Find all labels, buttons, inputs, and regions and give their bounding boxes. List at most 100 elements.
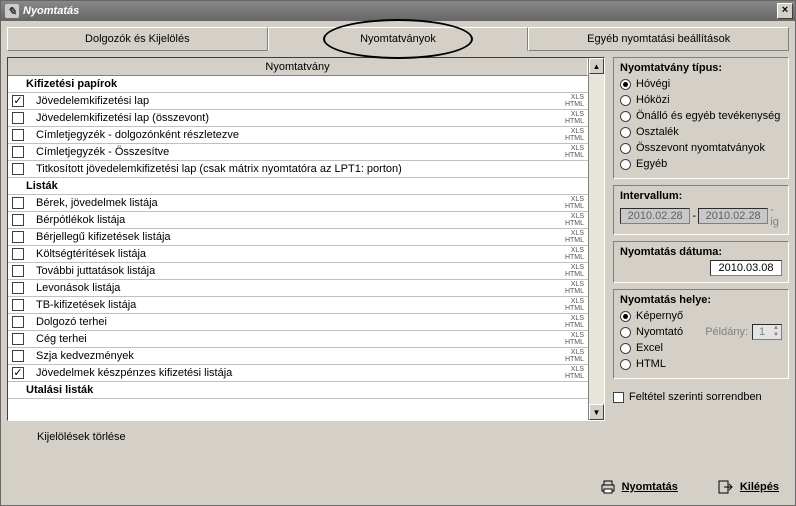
item-label: Cég terhei bbox=[34, 333, 558, 345]
item-checkbox[interactable] bbox=[12, 367, 24, 379]
grid-header[interactable]: Nyomtatvány bbox=[8, 58, 588, 76]
list-item[interactable]: További juttatások listájaXLSHTML bbox=[8, 263, 588, 280]
clear-selection-label: Kijelölések törlése bbox=[37, 431, 126, 443]
printer-icon bbox=[600, 479, 616, 495]
item-checkbox[interactable] bbox=[12, 265, 24, 277]
radio-icon[interactable] bbox=[620, 311, 631, 322]
list-item[interactable]: Dolgozó terheiXLSHTML bbox=[8, 314, 588, 331]
item-checkbox[interactable] bbox=[12, 299, 24, 311]
item-checkbox[interactable] bbox=[12, 231, 24, 243]
form-type-option[interactable]: Osztalék bbox=[620, 124, 782, 140]
print-place-option[interactable]: Excel bbox=[620, 340, 782, 356]
radio-icon[interactable] bbox=[620, 111, 631, 122]
print-place-option[interactable]: HTML bbox=[620, 356, 782, 372]
radio-icon[interactable] bbox=[620, 79, 631, 90]
list-item[interactable]: Jövedelemkifizetési lapXLSHTML bbox=[8, 93, 588, 110]
copies-spinner[interactable]: 1▲▼ bbox=[752, 324, 782, 340]
close-button[interactable]: × bbox=[777, 3, 793, 19]
item-checkbox[interactable] bbox=[12, 350, 24, 362]
radio-icon[interactable] bbox=[620, 127, 631, 138]
item-label: Bérek, jövedelmek listája bbox=[34, 197, 558, 209]
item-formats: XLSHTML bbox=[558, 315, 588, 329]
tab-other-settings[interactable]: Egyéb nyomtatási beállítások bbox=[528, 27, 789, 51]
list-item[interactable]: Bérjellegű kifizetések listájaXLSHTML bbox=[8, 229, 588, 246]
radio-label: Nyomtató bbox=[636, 326, 683, 338]
scroll-down-button[interactable]: ▼ bbox=[589, 404, 604, 420]
list-item[interactable]: Szja kedvezményekXLSHTML bbox=[8, 348, 588, 365]
item-checkbox[interactable] bbox=[12, 197, 24, 209]
radio-icon[interactable] bbox=[620, 159, 631, 170]
item-checkbox[interactable] bbox=[12, 146, 24, 158]
item-label: TB-kifizetések listája bbox=[34, 299, 558, 311]
list-item[interactable]: Bérek, jövedelmek listájaXLSHTML bbox=[8, 195, 588, 212]
item-checkbox[interactable] bbox=[12, 214, 24, 226]
print-location-legend: Nyomtatás helye: bbox=[620, 294, 782, 306]
list-item[interactable]: Jövedelmek készpénzes kifizetési listája… bbox=[8, 365, 588, 382]
item-label: Levonások listája bbox=[34, 282, 558, 294]
radio-icon[interactable] bbox=[620, 359, 631, 370]
item-formats: XLSHTML bbox=[558, 111, 588, 125]
list-item[interactable]: Titkosított jövedelemkifizetési lap (csa… bbox=[8, 161, 588, 178]
item-formats: XLSHTML bbox=[558, 349, 588, 363]
list-item[interactable]: Jövedelemkifizetési lap (összevont)XLSHT… bbox=[8, 110, 588, 127]
item-checkbox[interactable] bbox=[12, 129, 24, 141]
print-place-option[interactable]: Képernyő bbox=[620, 308, 782, 324]
radio-icon[interactable] bbox=[620, 343, 631, 354]
item-checkbox[interactable] bbox=[12, 282, 24, 294]
item-checkbox[interactable] bbox=[12, 248, 24, 260]
settings-panel: Nyomtatvány típus: HóvégiHóköziÖnálló és… bbox=[613, 57, 789, 463]
exit-icon bbox=[718, 479, 734, 495]
print-date-input[interactable]: 2010.03.08 bbox=[710, 260, 782, 276]
section-header: Utalási listák bbox=[8, 382, 588, 399]
print-date-legend: Nyomtatás dátuma: bbox=[620, 246, 782, 258]
tab-label: Dolgozók és Kijelölés bbox=[85, 33, 190, 45]
radio-icon[interactable] bbox=[620, 143, 631, 154]
form-type-option[interactable]: Hóvégi bbox=[620, 76, 782, 92]
radio-icon[interactable] bbox=[620, 95, 631, 106]
print-location-group: Nyomtatás helye: Képernyő Nyomtató Példány… bbox=[613, 289, 789, 379]
interval-group: Intervallum: 2010.02.28 - 2010.02.28 -ig bbox=[613, 185, 789, 235]
item-checkbox[interactable] bbox=[12, 333, 24, 345]
list-item[interactable]: Címletjegyzék - dolgozónként részletezve… bbox=[8, 127, 588, 144]
copies-label: Példány: bbox=[705, 326, 748, 338]
item-checkbox[interactable] bbox=[12, 95, 24, 107]
interval-from-input[interactable]: 2010.02.28 bbox=[620, 208, 690, 224]
item-label: Címletjegyzék - Összesítve bbox=[34, 146, 558, 158]
item-checkbox[interactable] bbox=[12, 316, 24, 328]
list-item[interactable]: TB-kifizetések listájaXLSHTML bbox=[8, 297, 588, 314]
list-item[interactable]: Cég terheiXLSHTML bbox=[8, 331, 588, 348]
item-checkbox[interactable] bbox=[12, 112, 24, 124]
radio-label: Önálló és egyéb tevékenység bbox=[636, 110, 780, 122]
section-header: Kifizetési papírok bbox=[8, 76, 588, 93]
radio-label: Hóközi bbox=[636, 94, 670, 106]
print-button[interactable]: Nyomtatás bbox=[600, 479, 678, 495]
forms-grid: Nyomtatvány Kifizetési papírokJövedelemk… bbox=[7, 57, 605, 421]
item-label: Titkosított jövedelemkifizetési lap (csa… bbox=[34, 163, 558, 175]
radio-label: Egyéb bbox=[636, 158, 667, 170]
radio-label: Képernyő bbox=[636, 310, 683, 322]
scroll-track[interactable] bbox=[589, 74, 604, 404]
form-type-option[interactable]: Összevont nyomtatványok bbox=[620, 140, 782, 156]
item-formats: XLSHTML bbox=[558, 196, 588, 210]
form-type-option[interactable]: Egyéb bbox=[620, 156, 782, 172]
print-label: Nyomtatás bbox=[622, 481, 678, 493]
form-type-option[interactable]: Önálló és egyéb tevékenység bbox=[620, 108, 782, 124]
tab-forms[interactable]: Nyomtatványok bbox=[268, 27, 529, 51]
exit-button[interactable]: Kilépés bbox=[718, 479, 779, 495]
scroll-up-button[interactable]: ▲ bbox=[589, 58, 604, 74]
interval-to-input[interactable]: 2010.02.28 bbox=[698, 208, 768, 224]
radio-icon[interactable] bbox=[620, 327, 631, 338]
list-item[interactable]: Levonások listájaXLSHTML bbox=[8, 280, 588, 297]
list-item[interactable]: Bérpótlékok listájaXLSHTML bbox=[8, 212, 588, 229]
sort-by-condition-row[interactable]: Feltétel szerinti sorrendben bbox=[613, 389, 789, 405]
form-type-option[interactable]: Hóközi bbox=[620, 92, 782, 108]
sort-checkbox[interactable] bbox=[613, 392, 624, 403]
tab-employees[interactable]: Dolgozók és Kijelölés bbox=[7, 27, 268, 51]
clear-selection-link[interactable]: Kijelölések törlése bbox=[7, 421, 605, 443]
list-item[interactable]: Címletjegyzék - ÖsszesítveXLSHTML bbox=[8, 144, 588, 161]
vertical-scrollbar[interactable]: ▲ ▼ bbox=[588, 58, 604, 420]
item-checkbox[interactable] bbox=[12, 163, 24, 175]
print-date-group: Nyomtatás dátuma: 2010.03.08 bbox=[613, 241, 789, 283]
list-item[interactable]: Költségtérítések listájaXLSHTML bbox=[8, 246, 588, 263]
print-place-option[interactable]: Nyomtató Példány: 1▲▼ bbox=[620, 324, 782, 340]
